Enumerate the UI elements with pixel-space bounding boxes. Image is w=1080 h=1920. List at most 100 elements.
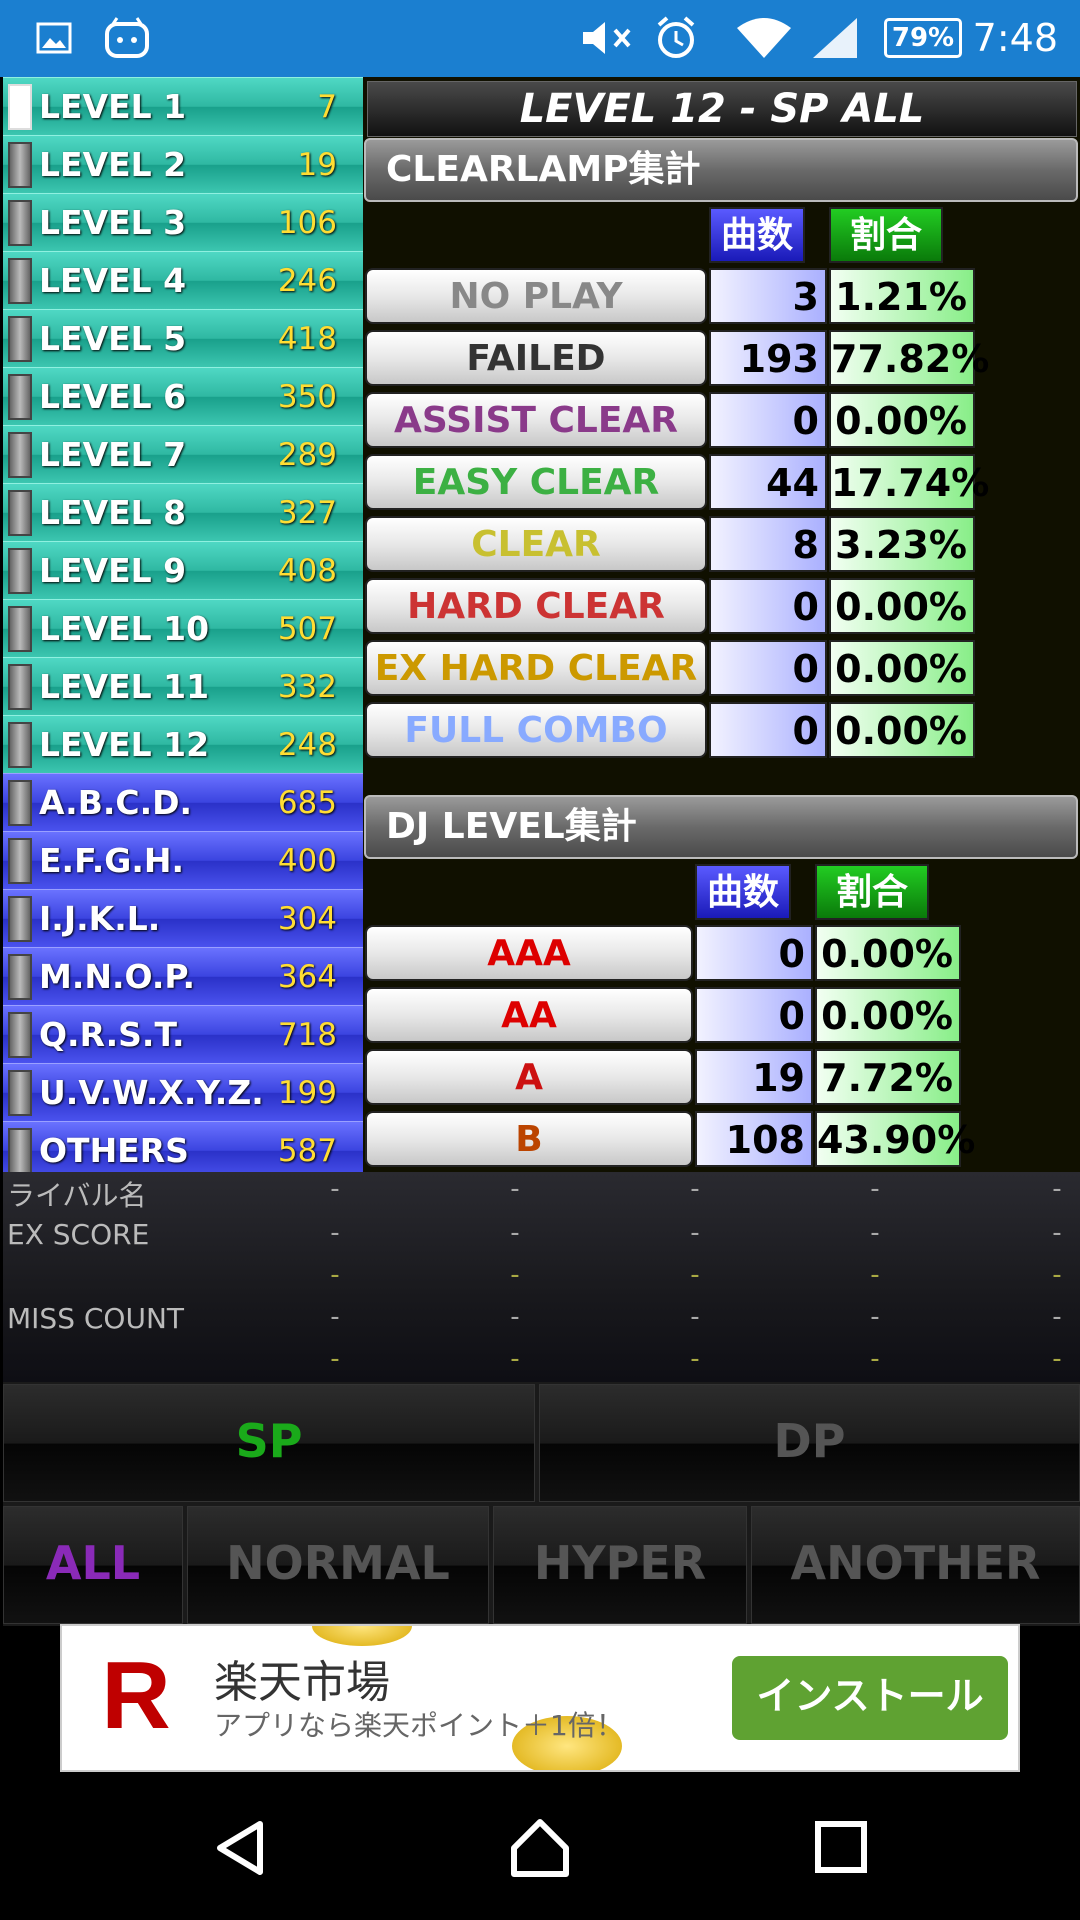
rival-value-placeholder: - [510,1260,520,1290]
level-list-item[interactable]: LEVEL 1 7 [3,77,363,135]
level-list-item[interactable]: A.B.C.D. 685 [3,773,363,831]
level-list-item[interactable]: LEVEL 11 332 [3,657,363,715]
clearlamp-row-label: EASY CLEAR [365,454,707,510]
list-item-marker [8,954,32,1000]
djlevel-row-count: 0 [695,987,813,1043]
difficulty-button-normal[interactable]: NORMAL [187,1506,489,1624]
rival-value-placeholder: - [870,1260,880,1290]
level-list-item[interactable]: OTHERS 587 [3,1121,363,1179]
level-list-item[interactable]: LEVEL 5 418 [3,309,363,367]
level-song-count: 587 [277,1132,337,1169]
difficulty-button-all[interactable]: ALL [3,1506,183,1624]
list-item-marker [8,490,32,536]
back-icon[interactable] [210,1818,270,1882]
clearlamp-row-count: 0 [709,702,827,758]
signal-icon [810,14,860,62]
level-list-item[interactable]: LEVEL 3 106 [3,193,363,251]
clearlamp-row-label: HARD CLEAR [365,578,707,634]
level-label: LEVEL 11 [39,667,210,706]
djlevel-row-ratio: 7.72% [815,1049,961,1105]
miss-count-label: MISS COUNT [7,1302,184,1335]
level-song-count: 327 [277,494,337,531]
level-song-count: 718 [277,1016,337,1053]
clearlamp-row-ratio: 0.00% [829,702,975,758]
clearlamp-row-label: FAILED [365,330,707,386]
level-label: LEVEL 5 [39,319,187,358]
level-list-item[interactable]: M.N.O.P. 364 [3,947,363,1005]
image-icon [34,14,74,62]
level-label: LEVEL 2 [39,145,187,184]
rival-value-placeholder: - [690,1218,700,1248]
clock: 7:48 [972,16,1058,60]
ad-subtitle: アプリなら楽天ポイント＋1倍！ [214,1709,624,1742]
level-song-count: 507 [277,610,337,647]
clearlamp-row-label: CLEAR [365,516,707,572]
difficulty-button-another[interactable]: ANOTHER [751,1506,1080,1624]
rival-value-placeholder: - [1052,1218,1062,1248]
clearlamp-header: CLEARLAMP集計 [364,138,1078,202]
mode-button-dp[interactable]: DP [539,1384,1080,1502]
rival-value-placeholder: - [690,1260,700,1290]
level-list-item[interactable]: LEVEL 6 350 [3,367,363,425]
djlevel-row-count: 0 [695,925,813,981]
clearlamp-row-label: NO PLAY [365,268,707,324]
level-list-item[interactable]: LEVEL 10 507 [3,599,363,657]
clearlamp-row-ratio: 0.00% [829,392,975,448]
ad-title: 楽天市場 [214,1657,390,1708]
clearlamp-row-ratio: 17.74% [829,454,989,510]
level-list-item[interactable]: LEVEL 4 246 [3,251,363,309]
recents-icon[interactable] [814,1820,868,1878]
level-list-item[interactable]: LEVEL 7 289 [3,425,363,483]
rival-value-placeholder: - [690,1302,700,1332]
mute-icon [578,14,638,62]
level-song-count: 350 [277,378,337,415]
rival-value-placeholder: - [330,1260,340,1290]
level-label: U.V.W.X.Y.Z. [39,1073,264,1112]
alarm-icon [652,14,700,62]
clearlamp-row-label: EX HARD CLEAR [365,640,707,696]
level-list: LEVEL 1 7 LEVEL 2 19 LEVEL 3 106 LEVEL 4 246 LEV… [3,77,363,1179]
home-icon[interactable] [508,1816,572,1884]
rakuten-logo: R [80,1640,192,1752]
level-list-item[interactable]: I.J.K.L. 304 [3,889,363,947]
install-button[interactable]: インストール [732,1656,1008,1740]
list-item-marker [8,664,32,710]
rival-value-placeholder: - [1052,1260,1062,1290]
ad-banner[interactable]: R 楽天市場 アプリなら楽天ポイント＋1倍！ インストール [60,1624,1020,1772]
mode-button-sp[interactable]: SP [3,1384,535,1502]
list-item-marker [8,606,32,652]
clearlamp-row-count: 44 [709,454,827,510]
level-label: E.F.G.H. [39,841,185,880]
djlevel-row-label: A [365,1049,693,1105]
rival-value-placeholder: - [510,1218,520,1248]
level-label: M.N.O.P. [39,957,196,996]
djlevel-row-ratio: 43.90% [815,1111,975,1167]
list-item-marker [8,548,32,594]
level-list-item[interactable]: Q.R.S.T. 718 [3,1005,363,1063]
level-label: I.J.K.L. [39,899,161,938]
level-list-item[interactable]: LEVEL 8 327 [3,483,363,541]
djlevel-row-label: B [365,1111,693,1167]
clearlamp-row-count: 0 [709,640,827,696]
level-list-item[interactable]: E.F.G.H. 400 [3,831,363,889]
clearlamp-row-ratio: 77.82% [829,330,989,386]
clearlamp-row-count: 3 [709,268,827,324]
list-item-marker [8,1070,32,1116]
difficulty-button-hyper[interactable]: HYPER [493,1506,747,1624]
list-item-marker [8,780,32,826]
level-list-item[interactable]: LEVEL 2 19 [3,135,363,193]
coin-decoration [312,1626,412,1646]
level-list-item[interactable]: U.V.W.X.Y.Z. 199 [3,1063,363,1121]
clearlamp-row-count: 8 [709,516,827,572]
panel-title: LEVEL 12 - SP ALL [367,81,1077,137]
level-list-item[interactable]: LEVEL 9 408 [3,541,363,599]
level-song-count: 418 [277,320,337,357]
level-list-item[interactable]: LEVEL 12 248 [3,715,363,773]
navigation-bar [0,1776,1080,1920]
djlevel-row-ratio: 0.00% [815,925,961,981]
djlevel-ratio-header: 割合 [815,864,929,920]
rival-value-placeholder: - [870,1302,880,1332]
rival-value-placeholder: - [870,1218,880,1248]
clearlamp-row-ratio: 1.21% [829,268,975,324]
level-label: LEVEL 7 [39,435,187,474]
